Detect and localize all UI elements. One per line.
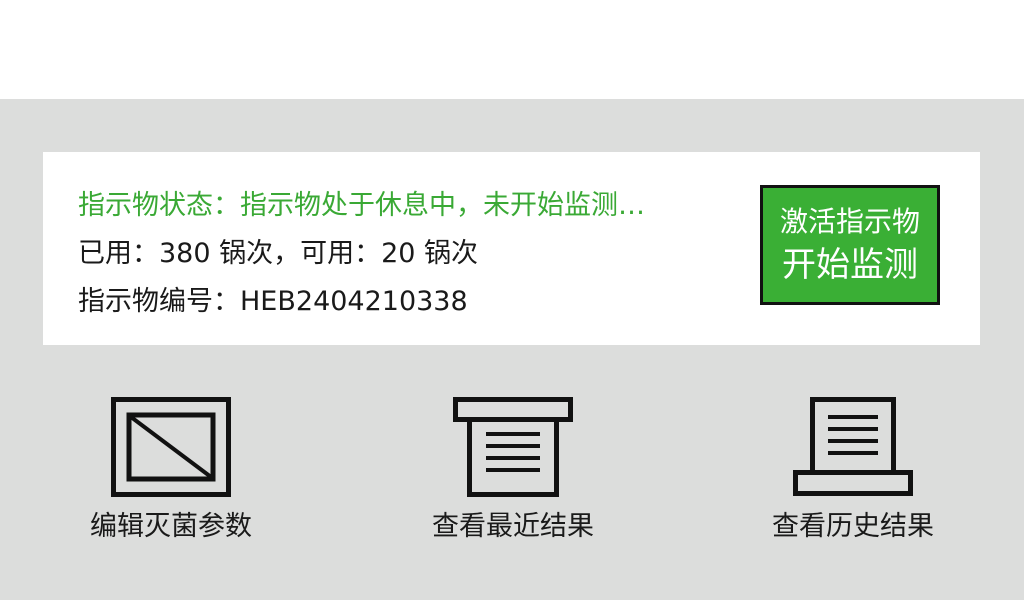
history-result-tile[interactable]: 查看历史结果 <box>733 391 973 551</box>
edit-params-icon <box>111 397 231 497</box>
top-bar <box>0 0 1024 99</box>
recent-result-icon <box>453 397 573 497</box>
recent-result-label: 查看最近结果 <box>432 511 594 542</box>
edit-params-tile[interactable]: 编辑灭菌参数 <box>51 391 291 551</box>
activate-button-line2: 开始监测 <box>782 245 918 285</box>
history-result-label: 查看历史结果 <box>772 511 934 542</box>
usage-count-text: 已用：380 锅次，可用：20 锅次 <box>78 238 479 269</box>
indicator-status-text: 指示物状态：指示物处于休息中，未开始监测… <box>78 190 645 221</box>
edit-params-label: 编辑灭菌参数 <box>90 511 252 542</box>
recent-result-tile[interactable]: 查看最近结果 <box>393 391 633 551</box>
history-result-icon <box>793 397 913 496</box>
indicator-info-card: 指示物状态：指示物处于休息中，未开始监测… 已用：380 锅次，可用：20 锅次… <box>43 152 980 345</box>
activate-button-line1: 激活指示物 <box>779 205 920 238</box>
main-panel: 指示物状态：指示物处于休息中，未开始监测… 已用：380 锅次，可用：20 锅次… <box>0 99 1024 600</box>
indicator-serial-text: 指示物编号：HEB2404210338 <box>78 286 468 317</box>
activate-indicator-button[interactable]: 激活指示物 开始监测 <box>760 185 940 305</box>
